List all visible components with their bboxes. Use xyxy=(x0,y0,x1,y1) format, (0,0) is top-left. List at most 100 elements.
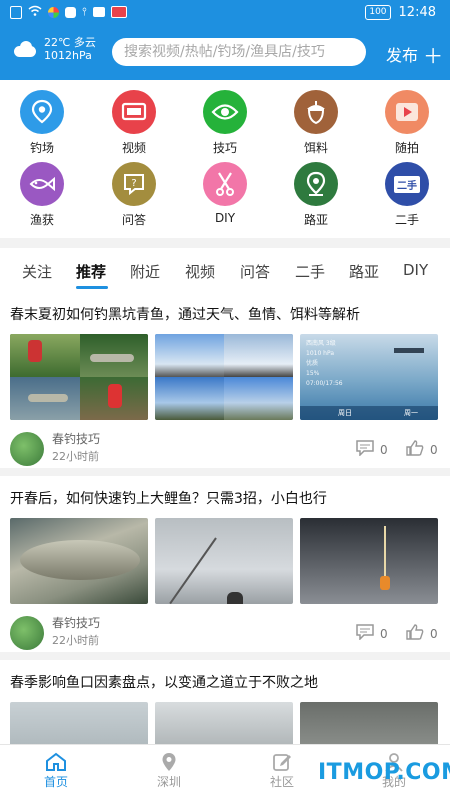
post-card[interactable]: 春末夏初如何钓黑坑青鱼，通过天气、鱼情、饵料等解析 西南风 3级 1010 hP… xyxy=(0,292,450,468)
post-card[interactable]: 春季影响鱼口因素盘点，以变通之道立于不败之地 xyxy=(0,660,450,744)
tab-qa[interactable]: 问答 xyxy=(240,261,270,282)
tab-secondhand[interactable]: 二手 xyxy=(295,261,325,282)
tab-nearby[interactable]: 附近 xyxy=(130,261,160,282)
svg-text:?: ? xyxy=(131,178,136,189)
category-secondhand[interactable]: 二手 二手 xyxy=(372,162,442,228)
active-tab-indicator xyxy=(76,286,108,289)
category-grid: 钓场 视频 技巧 饵料 随拍 渔获 ? 问答 DIY 路亚 二手 二手 xyxy=(0,80,450,238)
category-label: 路亚 xyxy=(303,213,328,227)
screen-quality: 优质 xyxy=(306,360,319,367)
nav-home[interactable]: 首页 xyxy=(26,751,86,790)
post-title[interactable]: 春末夏初如何钓黑坑青鱼，通过天气、鱼情、饵料等解析 xyxy=(10,292,440,324)
status-icons-left: ⫯ xyxy=(10,5,127,19)
post-meta: 春钓技巧 22小时前 0 0 xyxy=(10,612,440,652)
category-label: 随拍 xyxy=(394,141,419,155)
map-pin-icon xyxy=(294,162,338,206)
tab-follow[interactable]: 关注 xyxy=(22,261,52,282)
acorn-icon xyxy=(294,90,338,134)
post-title[interactable]: 春季影响鱼口因素盘点，以变通之道立于不败之地 xyxy=(10,660,440,692)
tab-video[interactable]: 视频 xyxy=(185,261,215,282)
post-image-anglers-collage[interactable] xyxy=(10,334,148,420)
post-image-weather-screen[interactable]: 西南风 3级 1010 hPa 优质 15% 07:00/17:56 周日 周一 xyxy=(300,334,438,420)
category-bait[interactable]: 饵料 xyxy=(281,90,351,156)
nav-label: 社区 xyxy=(269,775,294,789)
question-icon: ? xyxy=(112,162,156,206)
weather-temp: 22℃ 多云 xyxy=(44,36,96,49)
nav-label: 首页 xyxy=(43,775,68,789)
comment-button[interactable]: 0 xyxy=(356,440,388,459)
edit-icon xyxy=(252,751,312,773)
category-label: 饵料 xyxy=(303,141,328,155)
weather-pressure: 1012hPa xyxy=(44,49,92,62)
location-pin-icon xyxy=(20,90,64,134)
publish-button[interactable]: 发布 ＋ xyxy=(386,40,443,69)
nav-city[interactable]: 深圳 xyxy=(139,751,199,790)
wifi-icon xyxy=(28,5,42,19)
category-fishing-spot[interactable]: 钓场 xyxy=(7,90,77,156)
comment-icon xyxy=(356,440,374,459)
tab-diy[interactable]: DIY xyxy=(403,261,428,279)
category-label: 问答 xyxy=(121,213,146,227)
category-label: 二手 xyxy=(394,213,419,227)
usb-icon: ⫯ xyxy=(82,5,87,18)
comment-count: 0 xyxy=(380,442,388,457)
comment-icon xyxy=(356,624,374,643)
cloud-icon xyxy=(12,40,38,58)
category-diy[interactable]: DIY xyxy=(190,162,260,225)
post-card[interactable]: 开春后，如何快速钓上大鲤鱼？只需3招，小白也行 春钓技巧 22小时前 0 0 xyxy=(0,476,450,652)
post-author[interactable]: 春钓技巧 xyxy=(52,614,100,631)
news-icon xyxy=(110,6,127,18)
screen-day1: 周日 xyxy=(338,409,352,417)
eye-icon xyxy=(203,90,247,134)
status-bar: ⫯ 100 12:48 xyxy=(0,0,450,26)
like-button[interactable]: 0 xyxy=(406,624,438,643)
category-label: 钓场 xyxy=(29,141,54,155)
post-image-fish-catch[interactable] xyxy=(300,702,438,744)
screen-clock: 07:00/17:56 xyxy=(306,380,343,387)
category-video[interactable]: 视频 xyxy=(99,90,169,156)
category-label: DIY xyxy=(214,211,236,225)
screen-pressure: 1010 hPa xyxy=(306,350,335,357)
plus-icon: ＋ xyxy=(423,44,444,68)
home-icon xyxy=(26,751,86,773)
category-lure[interactable]: 路亚 xyxy=(281,162,351,228)
notification-badge-icon xyxy=(65,6,76,18)
scissors-icon xyxy=(203,162,247,206)
post-image-sky-collage[interactable] xyxy=(155,334,293,420)
location-icon xyxy=(139,751,199,773)
category-label: 渔获 xyxy=(29,213,54,227)
nav-community[interactable]: 社区 xyxy=(252,751,312,790)
thumbs-up-icon xyxy=(406,624,424,643)
category-qa[interactable]: ? 问答 xyxy=(99,162,169,228)
post-image-float-at-dusk[interactable] xyxy=(300,518,438,604)
comment-count: 0 xyxy=(380,626,388,641)
avatar[interactable] xyxy=(10,616,44,650)
post-title[interactable]: 开春后，如何快速钓上大鲤鱼？只需3招，小白也行 xyxy=(10,476,440,508)
post-image-lake-trees[interactable] xyxy=(10,702,148,744)
post-feed: 春末夏初如何钓黑坑青鱼，通过天气、鱼情、饵料等解析 西南风 3级 1010 hP… xyxy=(0,292,450,744)
weather-widget[interactable]: 22℃ 多云 1012hPa xyxy=(12,36,96,62)
tab-recommended[interactable]: 推荐 xyxy=(76,261,106,282)
like-button[interactable]: 0 xyxy=(406,440,438,459)
tv-icon xyxy=(112,90,156,134)
status-time: 12:48 xyxy=(398,5,436,20)
post-images: 西南风 3级 1010 hPa 优质 15% 07:00/17:56 周日 周一 xyxy=(10,334,440,420)
post-meta: 春钓技巧 22小时前 0 0 xyxy=(10,428,440,468)
category-snapshot[interactable]: 随拍 xyxy=(372,90,442,156)
post-image-misty-lake[interactable] xyxy=(155,518,293,604)
post-image-shore[interactable] xyxy=(155,702,293,744)
post-author[interactable]: 春钓技巧 xyxy=(52,430,100,447)
comment-button[interactable]: 0 xyxy=(356,624,388,643)
tab-lure[interactable]: 路亚 xyxy=(349,261,379,282)
post-image-carp-closeup[interactable] xyxy=(10,518,148,604)
search-input[interactable]: 搜索视频/热帖/钓场/渔具店/技巧 xyxy=(112,38,366,66)
screen-day2: 周一 xyxy=(404,409,418,417)
avatar[interactable] xyxy=(10,432,44,466)
watermark: ITMOP.COM xyxy=(318,760,450,785)
category-tips[interactable]: 技巧 xyxy=(190,90,260,156)
secondhand-badge: 二手 xyxy=(394,175,420,193)
sim-icon xyxy=(10,5,22,19)
thumbs-up-icon xyxy=(406,440,424,459)
post-time: 22小时前 xyxy=(52,450,99,463)
category-catch[interactable]: 渔获 xyxy=(7,162,77,228)
